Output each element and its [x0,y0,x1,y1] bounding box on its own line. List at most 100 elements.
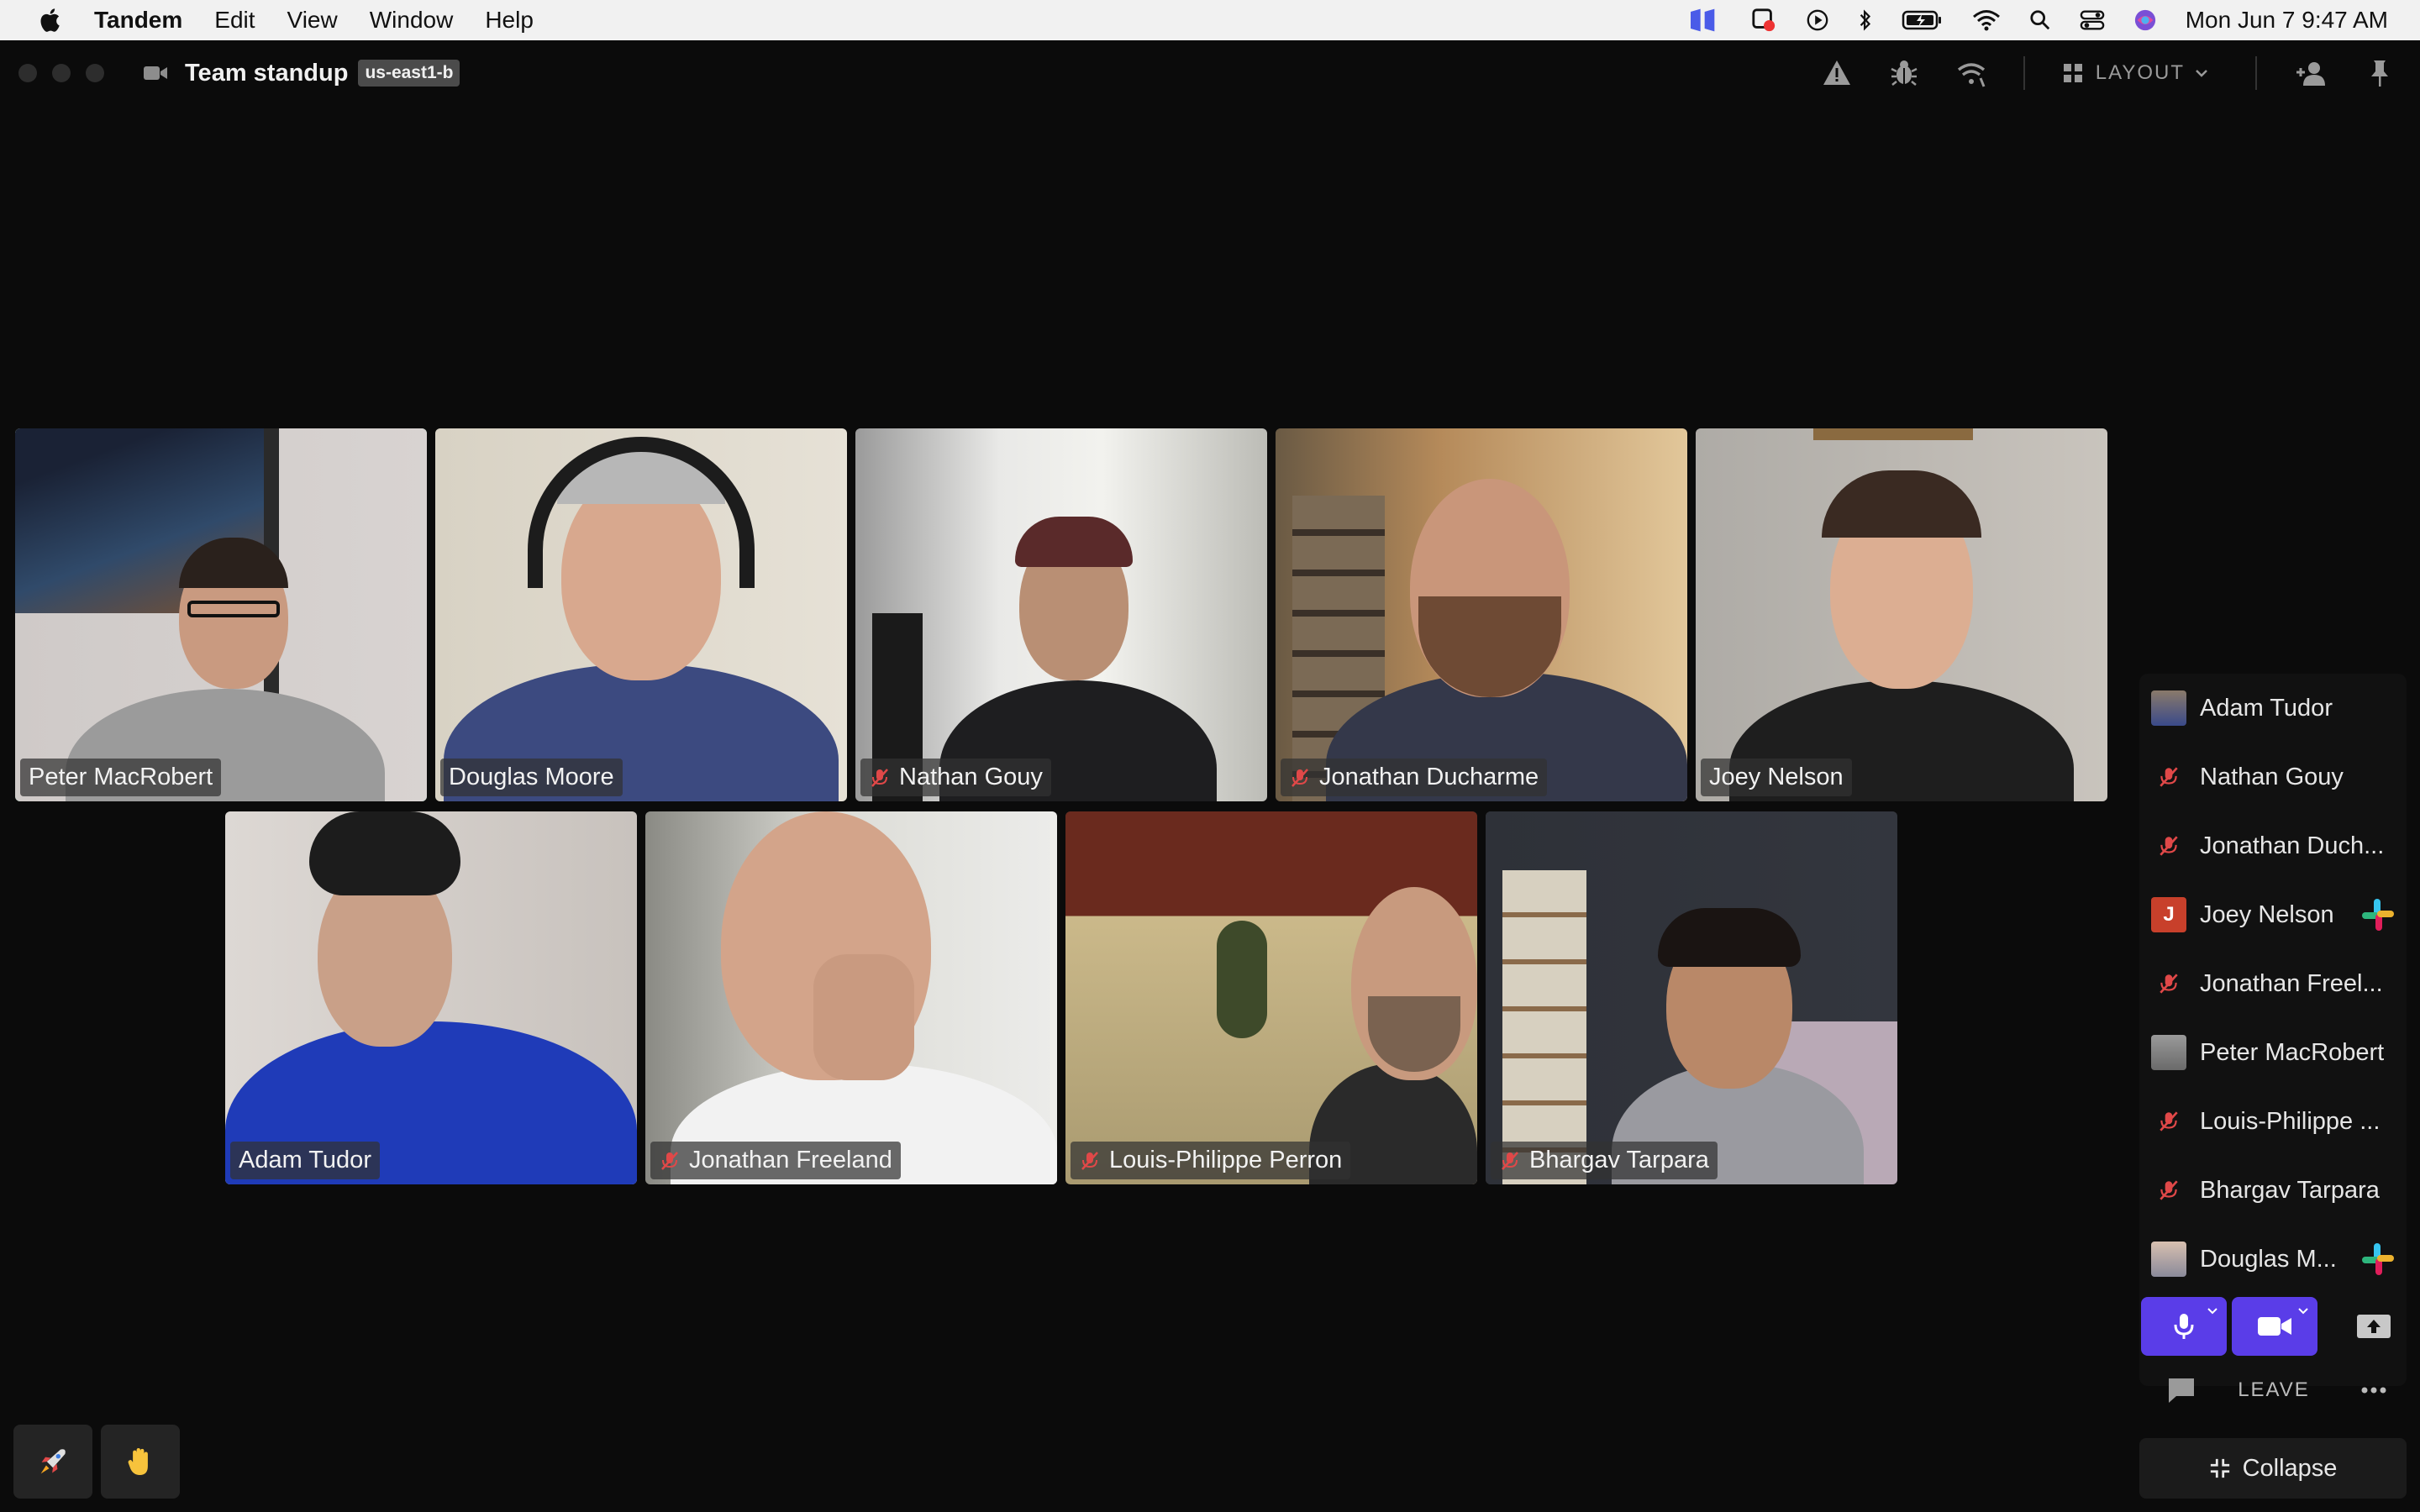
boost-button[interactable] [13,1425,92,1499]
participant-name-tag: Jonathan Ducharme [1281,759,1548,796]
participant-name-tag: Bhargav Tarpara [1491,1142,1718,1179]
chat-icon[interactable] [2166,1376,2196,1404]
video-tile[interactable]: Louis-Philippe Perron [1065,811,1477,1184]
window-controls [18,64,104,82]
participant-list-name: Nathan Gouy [2200,763,2344,790]
menu-help[interactable]: Help [485,7,534,34]
battery-icon[interactable] [1902,8,1944,33]
slack-icon [2362,899,2394,931]
avatar [2151,1035,2186,1070]
participant-item[interactable]: J Joey Nelson [2139,880,2407,949]
tandem-status-icon[interactable] [1685,8,1722,33]
muted-mic-icon [2151,966,2186,1001]
avatar: J [2151,897,2186,932]
close-window-button[interactable] [18,64,37,82]
participant-item[interactable]: Peter MacRobert [2139,1018,2407,1087]
participant-list-name: Jonathan Freel... [2200,969,2383,997]
participant-item[interactable]: Bhargav Tarpara [2139,1156,2407,1225]
recording-app-icon[interactable] [1750,8,1777,33]
microphone-button[interactable] [2141,1297,2227,1356]
rocket-icon [40,1449,66,1474]
video-feed [1065,811,1477,1184]
participant-item[interactable]: Adam Tudor [2139,674,2407,743]
participant-name: Peter MacRobert [29,764,213,790]
video-tile[interactable]: Nathan Gouy [855,428,1267,801]
video-tile[interactable]: Peter MacRobert [15,428,427,801]
bluetooth-icon[interactable] [1858,8,1873,33]
video-tile[interactable]: Jonathan Ducharme [1276,428,1687,801]
participant-name-tag: Peter MacRobert [20,759,222,796]
participant-list-name: Joey Nelson [2200,900,2334,928]
participant-name-tag: Louis-Philippe Perron [1071,1142,1351,1179]
camera-button[interactable] [2232,1297,2317,1356]
participant-list-name: Bhargav Tarpara [2200,1176,2380,1204]
participant-list-name: Adam Tudor [2200,694,2333,722]
chevron-down-icon[interactable] [2207,1307,2218,1315]
raise-hand-button[interactable] [101,1425,180,1499]
video-feed [15,428,427,801]
participant-name: Jonathan Freeland [689,1147,892,1173]
participant-item[interactable]: Douglas M... [2139,1225,2407,1294]
bug-report-icon[interactable] [1889,58,1919,88]
add-person-icon[interactable] [2294,58,2328,88]
screen-share-button[interactable] [2341,1297,2407,1356]
participant-name: Jonathan Ducharme [1319,764,1539,790]
more-options-icon[interactable] [2361,1386,2386,1394]
participant-list-name: Jonathan Duch... [2200,832,2385,859]
raised-hand-icon [128,1448,148,1475]
network-quality-icon[interactable] [1956,58,1986,88]
muted-mic-icon [2151,1173,2186,1208]
participant-name: Bhargav Tarpara [1529,1147,1709,1173]
participant-name-tag: Douglas Moore [440,759,623,796]
video-feed [645,811,1057,1184]
participant-item[interactable]: Nathan Gouy [2139,743,2407,811]
collapse-icon [2210,1458,2229,1478]
layout-dropdown[interactable]: LAYOUT [2062,61,2222,85]
muted-mic-icon [1292,768,1308,787]
chevron-down-icon[interactable] [2297,1307,2309,1315]
call-controls [2141,1297,2407,1356]
play-circle-icon[interactable] [1806,8,1829,33]
leave-button[interactable]: LEAVE [2233,1362,2314,1418]
video-tile[interactable]: Joey Nelson [1696,428,2107,801]
room-title[interactable]: Team standup [185,60,348,87]
microphone-icon [2174,1314,2194,1339]
layout-label: LAYOUT [2095,61,2185,84]
video-tile[interactable]: Douglas Moore [435,428,847,801]
wifi-icon[interactable] [1972,8,2001,33]
video-feed [1276,428,1687,801]
video-feed [1486,811,1897,1184]
muted-mic-icon [1081,1151,1098,1170]
video-tile[interactable]: Bhargav Tarpara [1486,811,1897,1184]
participant-item[interactable]: Jonathan Freel... [2139,949,2407,1018]
pin-icon[interactable] [2365,58,2395,88]
participant-name-tag: Joey Nelson [1701,759,1852,796]
avatar [2151,1242,2186,1277]
participant-item[interactable]: Jonathan Duch... [2139,811,2407,880]
menu-view[interactable]: View [287,7,338,34]
video-tile[interactable]: Adam Tudor [225,811,637,1184]
menu-edit[interactable]: Edit [214,7,255,34]
participant-item[interactable]: Louis-Philippe ... [2139,1087,2407,1156]
collapse-button[interactable]: Collapse [2139,1438,2407,1499]
apple-icon[interactable] [39,8,60,33]
screen-share-icon [2357,1315,2391,1338]
grid-layout-icon [2063,64,2082,82]
warning-icon[interactable] [1822,58,1852,88]
video-tile[interactable]: Jonathan Freeland [645,811,1057,1184]
siri-icon[interactable] [2133,8,2157,33]
zoom-window-button[interactable] [86,64,104,82]
menu-window[interactable]: Window [370,7,454,34]
participant-name-tag: Jonathan Freeland [650,1142,901,1179]
spotlight-search-icon[interactable] [2029,8,2051,33]
control-center-icon[interactable] [2080,8,2105,33]
video-camera-icon [144,66,167,80]
minimize-window-button[interactable] [52,64,71,82]
menu-clock[interactable]: Mon Jun 7 9:47 AM [2186,7,2388,34]
participant-name: Joey Nelson [1709,764,1844,790]
secondary-controls: LEAVE [2141,1362,2407,1418]
menu-app-name[interactable]: Tandem [94,7,182,34]
video-feed [855,428,1267,801]
title-bar: Team standup us-east1-b LAYOUT [0,40,2420,106]
video-feed [1696,428,2107,801]
